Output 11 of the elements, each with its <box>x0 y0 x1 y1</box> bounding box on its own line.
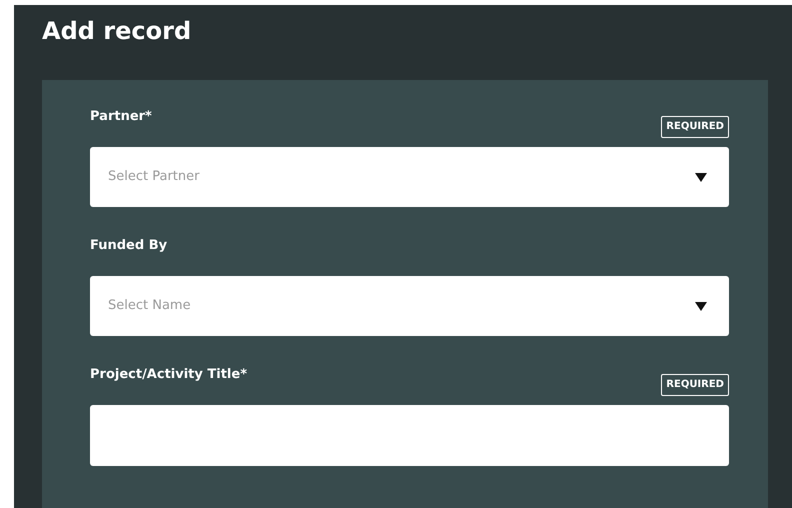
required-badge: REQUIRED <box>661 116 729 138</box>
text-field[interactable] <box>90 405 729 466</box>
page-title: Add record <box>42 16 192 47</box>
dropdown-caret-icon <box>695 302 707 310</box>
field-label: Partner* <box>90 108 152 126</box>
dropdown-caret-icon <box>695 172 707 182</box>
select-field[interactable]: Select Name <box>90 276 729 336</box>
field-label: Project/Activity Title* <box>90 366 248 384</box>
select-field[interactable]: Select Partner <box>90 147 729 207</box>
field-label: Funded By <box>90 236 168 254</box>
required-badge: REQUIRED <box>661 374 729 396</box>
